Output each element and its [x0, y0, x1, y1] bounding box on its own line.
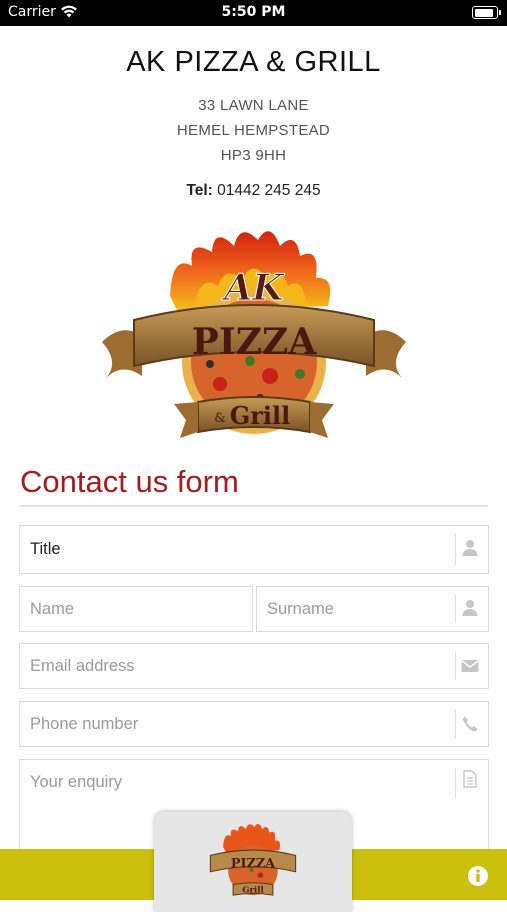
name-placeholder: Name: [30, 600, 75, 618]
field-separator: [455, 768, 456, 798]
info-icon[interactable]: [467, 865, 489, 887]
surname-field[interactable]: Surname: [256, 586, 489, 632]
contact-form-title: Contact us form: [20, 464, 239, 499]
phone-icon: [462, 716, 478, 732]
name-field[interactable]: Name: [19, 586, 253, 632]
user-icon: [462, 600, 478, 616]
logo-small-pizza: PIZZA: [231, 856, 276, 871]
address-line-3: HP3 9HH: [220, 147, 287, 164]
title-select[interactable]: Title: [19, 525, 489, 574]
telephone[interactable]: Tel: 01442 245 245: [0, 182, 507, 200]
enquiry-placeholder: Your enquiry: [30, 773, 123, 791]
logo-pizza: PIZZA: [192, 321, 317, 363]
restaurant-name: AK PIZZA & GRILL: [126, 46, 381, 78]
field-separator: [455, 710, 456, 738]
home-tab-logo[interactable]: PIZZA Grill: [154, 812, 352, 912]
restaurant-logo: AK PIZZA & Grill: [102, 231, 406, 438]
phone-placeholder: Phone number: [30, 715, 139, 733]
tel-label: Tel:: [186, 182, 213, 199]
field-separator: [455, 534, 456, 565]
field-separator: [455, 652, 456, 680]
title-divider: [20, 505, 488, 507]
logo-grill: Grill: [230, 401, 291, 430]
clock: 5:50 PM: [221, 4, 286, 20]
address-line-2: HEMEL HEMPSTEAD: [176, 122, 331, 139]
surname-placeholder: Surname: [267, 600, 334, 618]
email-field[interactable]: Email address: [19, 643, 489, 689]
logo-ak: AK: [221, 267, 285, 309]
status-bar: Carrier 5:50 PM: [0, 0, 507, 26]
document-icon: [463, 770, 477, 788]
field-separator: [455, 595, 456, 623]
address-line-1: 33 LAWN LANE: [198, 97, 309, 114]
email-placeholder: Email address: [30, 657, 135, 675]
user-icon: [462, 540, 478, 556]
title-value: Title: [30, 540, 61, 558]
envelope-icon: [461, 660, 479, 672]
logo-small-grill: Grill: [242, 885, 264, 895]
restaurant-logo-small: PIZZA Grill: [209, 823, 297, 896]
tel-number: 01442 245 245: [217, 182, 321, 199]
phone-field[interactable]: Phone number: [19, 701, 489, 747]
battery-icon: [472, 6, 501, 19]
logo-amp: &: [214, 411, 226, 426]
